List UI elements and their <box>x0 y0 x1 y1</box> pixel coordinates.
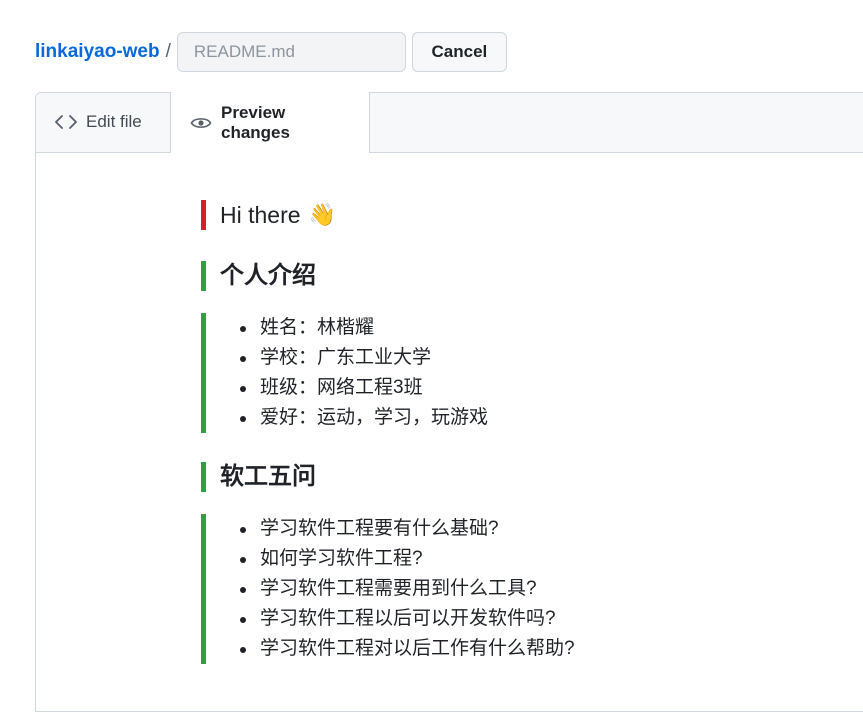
greeting-heading: Hi there 👋 <box>220 200 336 230</box>
section-heading-intro: 个人介绍 <box>220 262 316 289</box>
tab-preview-changes-label: Preview changes <box>221 102 290 142</box>
list-item: 班级：网络工程3班 <box>240 373 488 403</box>
list-item: 学习软件工程以后可以开发软件吗? <box>240 604 575 634</box>
file-editor: Edit file Preview changes Hi there 👋 个人介… <box>35 92 863 712</box>
greeting-text: Hi there <box>220 202 301 228</box>
eye-icon <box>190 115 212 131</box>
added-heading-intro: 个人介绍 <box>201 261 316 291</box>
tab-edit-file-label: Edit file <box>86 112 142 131</box>
added-list-intro: 姓名：林楷耀 学校：广东工业大学 班级：网络工程3班 爱好：运动，学习，玩游戏 <box>201 313 488 433</box>
intro-list: 姓名：林楷耀 学校：广东工业大学 班级：网络工程3班 爱好：运动，学习，玩游戏 <box>220 313 488 433</box>
section-heading-questions: 软工五问 <box>220 463 316 490</box>
code-icon <box>55 114 77 130</box>
added-heading-questions: 软工五问 <box>201 462 316 492</box>
repo-link[interactable]: linkaiyao-web <box>35 41 160 63</box>
list-item: 如何学习软件工程? <box>240 544 575 574</box>
file-path-bar: linkaiyao-web / Cancel <box>35 32 507 72</box>
added-list-questions: 学习软件工程要有什么基础? 如何学习软件工程? 学习软件工程需要用到什么工具? … <box>201 514 575 664</box>
list-item: 学习软件工程需要用到什么工具? <box>240 574 575 604</box>
tab-preview-changes[interactable]: Preview changes <box>170 92 370 153</box>
questions-list: 学习软件工程要有什么基础? 如何学习软件工程? 学习软件工程需要用到什么工具? … <box>220 514 575 664</box>
list-item: 学校：广东工业大学 <box>240 343 488 373</box>
list-item: 爱好：运动，学习，玩游戏 <box>240 403 488 433</box>
changed-line-greeting: Hi there 👋 <box>201 200 336 230</box>
list-item: 姓名：林楷耀 <box>240 313 488 343</box>
cancel-button[interactable]: Cancel <box>411 32 507 72</box>
waving-hand-icon: 👋 <box>308 202 336 227</box>
list-item: 学习软件工程要有什么基础? <box>240 514 575 544</box>
editor-tabs: Edit file Preview changes <box>36 92 863 153</box>
list-item: 学习软件工程对以后工作有什么帮助? <box>240 634 575 664</box>
tab-edit-file[interactable]: Edit file <box>36 92 170 152</box>
path-separator: / <box>165 41 171 62</box>
filename-input[interactable] <box>176 32 406 72</box>
